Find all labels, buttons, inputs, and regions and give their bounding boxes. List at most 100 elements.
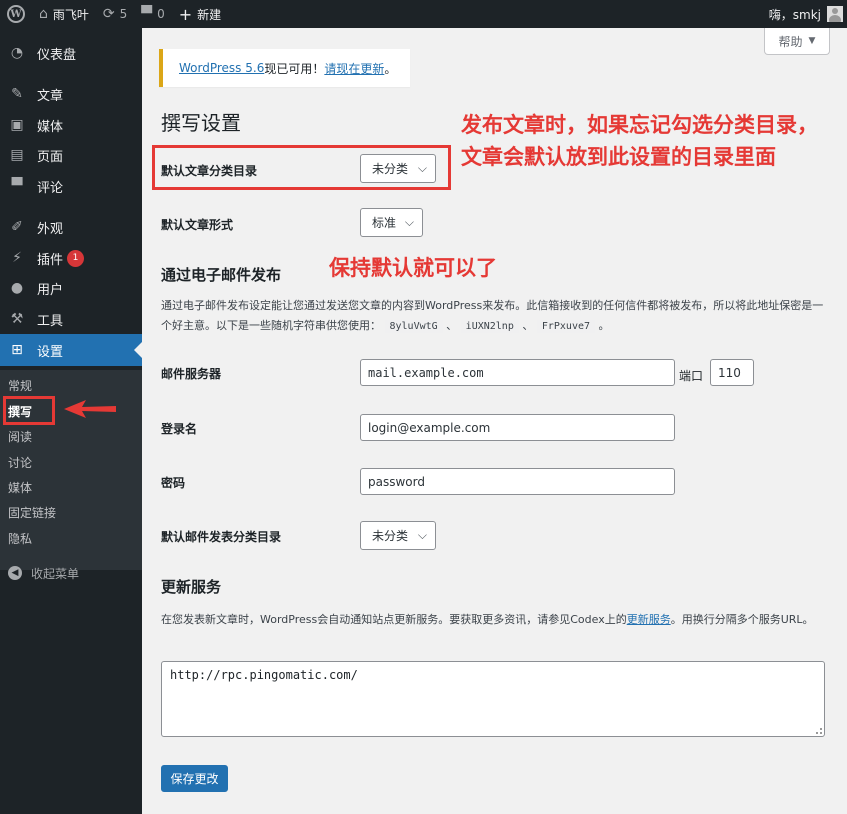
comment-icon: ▀ — [141, 6, 153, 22]
wordpress-logo-icon: W — [7, 5, 25, 23]
random-string-1: 8yluVwtG — [384, 320, 443, 333]
page-title: 撰写设置 — [161, 111, 241, 135]
email-desc-end: 。 — [598, 319, 610, 332]
sidebar-item-label: 外观 — [37, 221, 64, 237]
site-name-link[interactable]: ⌂ 雨飞叶 — [32, 0, 96, 28]
submenu-privacy[interactable]: 隐私 — [8, 530, 32, 547]
update-services-title: 更新服务 — [161, 578, 222, 596]
plugins-update-badge: 1 — [67, 249, 85, 267]
greeting: 嗨，smkj — [768, 7, 821, 22]
ping-sites-value: http://rpc.pingomatic.com/ — [170, 668, 358, 682]
wordpress-version-link[interactable]: WordPress 5.6 — [179, 61, 264, 75]
email-section-description: 通过电子邮件发布设定能让您通过发送您文章的内容到WordPress来发布。此信箱… — [161, 296, 831, 337]
wp-logo-menu[interactable]: W — [0, 0, 32, 28]
mail-server-label: 邮件服务器 — [161, 367, 222, 381]
help-label: 帮助 — [778, 34, 803, 49]
user-icon: ● — [10, 280, 24, 296]
new-content-link[interactable]: + 新建 — [172, 0, 228, 28]
updates-icon: ⟳ — [102, 6, 115, 22]
mail-server-input[interactable]: mail.example.com — [360, 359, 675, 386]
update-services-description: 在您发表新文章时，WordPress会自动通知站点更新服务。要获取更多资讯，请参… — [161, 610, 831, 630]
sidebar-item-label: 用户 — [37, 282, 64, 298]
my-account-link[interactable]: 嗨，smkj — [769, 6, 847, 23]
select-value: 未分类 — [372, 529, 409, 543]
site-name: 雨飞叶 — [52, 7, 89, 22]
update-desc-text: 在您发表新文章时，WordPress会自动通知站点更新服务。要获取更多资讯，请参… — [161, 613, 627, 626]
login-input[interactable]: login@example.com — [360, 414, 675, 441]
comment-icon: ▀ — [11, 178, 23, 194]
password-input[interactable]: password — [360, 468, 675, 495]
settings-icon: ⊞ — [11, 342, 23, 358]
new-label: 新建 — [197, 7, 222, 22]
page-icon: ▤ — [10, 147, 24, 163]
sidebar-item-settings[interactable]: ⊞ 设置 — [0, 334, 142, 366]
submenu-permalinks[interactable]: 固定链接 — [8, 504, 56, 521]
update-desc-end: 。用换行分隔多个服务URL。 — [670, 613, 814, 626]
sidebar-item-plugins[interactable]: ⚡ 插件 1 — [0, 242, 142, 274]
sidebar-item-comments[interactable]: ▀ 评论 — [0, 170, 142, 202]
port-input[interactable]: 110 — [710, 359, 754, 386]
sidebar-item-label: 工具 — [37, 313, 64, 329]
sidebar-item-users[interactable]: ● 用户 — [0, 272, 142, 304]
sidebar-item-dashboard[interactable]: ◔ 仪表盘 — [0, 37, 142, 69]
sidebar-item-label: 媒体 — [37, 119, 64, 135]
caret-down-icon: ▼ — [808, 36, 816, 46]
wrench-icon: ⚒ — [10, 311, 24, 327]
submenu-discussion[interactable]: 讨论 — [8, 454, 32, 471]
submenu-reading[interactable]: 阅读 — [8, 428, 32, 445]
update-now-link[interactable]: 请现在更新 — [324, 60, 384, 77]
mail-category-select[interactable]: 未分类 ⌵ — [360, 521, 436, 550]
submenu-general[interactable]: 常规 — [8, 377, 32, 394]
sidebar-item-media[interactable]: ▣ 媒体 — [0, 109, 142, 141]
update-services-link[interactable]: 更新服务 — [627, 613, 671, 626]
annotation-category-note: 发布文章时，如果忘记勾选分类目录，文章会默认放到此设置的目录里面 — [461, 113, 818, 169]
sidebar-item-appearance[interactable]: ✐ 外观 — [0, 211, 142, 243]
mail-server-value: mail.example.com — [368, 365, 484, 380]
plus-icon: + — [178, 4, 193, 24]
collapse-arrow-icon: ◀ — [8, 566, 22, 580]
annotation-highlight-writing — [3, 396, 55, 425]
password-value: password — [368, 474, 425, 489]
plugin-icon: ⚡ — [12, 250, 22, 266]
annotation-highlight-category — [152, 145, 451, 190]
password-label: 密码 — [161, 476, 186, 490]
sidebar-item-pages[interactable]: ▤ 页面 — [0, 139, 142, 171]
sidebar-item-label: 页面 — [37, 149, 64, 165]
port-value: 110 — [718, 365, 741, 380]
email-section-title: 通过电子邮件发布 — [161, 266, 282, 284]
notice-end: 。 — [384, 61, 397, 76]
port-label: 端口 — [679, 369, 704, 383]
resize-handle-icon[interactable] — [816, 728, 822, 734]
comments-link[interactable]: ▀ 0 — [134, 0, 171, 28]
default-format-label: 默认文章形式 — [161, 218, 234, 232]
comments-count: 0 — [157, 7, 165, 21]
default-format-select[interactable]: 标准 ⌵ — [360, 208, 423, 237]
updates-count: 5 — [119, 7, 128, 21]
admin-bar: W ⌂ 雨飞叶 ⟳ 5 ▀ 0 + 新建 嗨，smkj — [0, 0, 847, 28]
sidebar-item-label: 仪表盘 — [37, 47, 77, 63]
sidebar-item-tools[interactable]: ⚒ 工具 — [0, 303, 142, 335]
notice-text: 现已可用！ — [264, 61, 325, 76]
separator: 、 — [446, 319, 458, 332]
dashboard-icon: ◔ — [10, 45, 24, 61]
sidebar-item-label: 评论 — [37, 180, 64, 196]
submenu-media[interactable]: 媒体 — [8, 479, 32, 496]
update-notice: WordPress 5.6 现已可用！ 请现在更新 。 — [159, 49, 410, 87]
media-icon: ▣ — [10, 117, 24, 133]
collapse-label: 收起菜单 — [31, 566, 80, 581]
random-string-3: FrPxuve7 — [536, 320, 596, 333]
collapse-menu-button[interactable]: ◀ 收起菜单 — [0, 562, 142, 584]
annotation-arrow-icon — [64, 400, 116, 418]
updates-link[interactable]: ⟳ 5 — [96, 0, 134, 28]
pin-icon: ✎ — [11, 86, 23, 102]
chevron-down-icon: ⌵ — [417, 528, 427, 542]
save-changes-button[interactable]: 保存更改 — [161, 765, 228, 792]
login-value: login@example.com — [368, 420, 491, 435]
home-icon: ⌂ — [39, 6, 48, 22]
mail-category-label: 默认邮件发表分类目录 — [161, 530, 282, 544]
chevron-down-icon: ⌵ — [404, 215, 414, 229]
help-tab-button[interactable]: 帮助 ▼ — [764, 28, 830, 55]
sidebar-item-label: 插件 — [37, 252, 64, 268]
sidebar-item-posts[interactable]: ✎ 文章 — [0, 78, 142, 110]
ping-sites-textarea[interactable]: http://rpc.pingomatic.com/ — [161, 661, 825, 737]
